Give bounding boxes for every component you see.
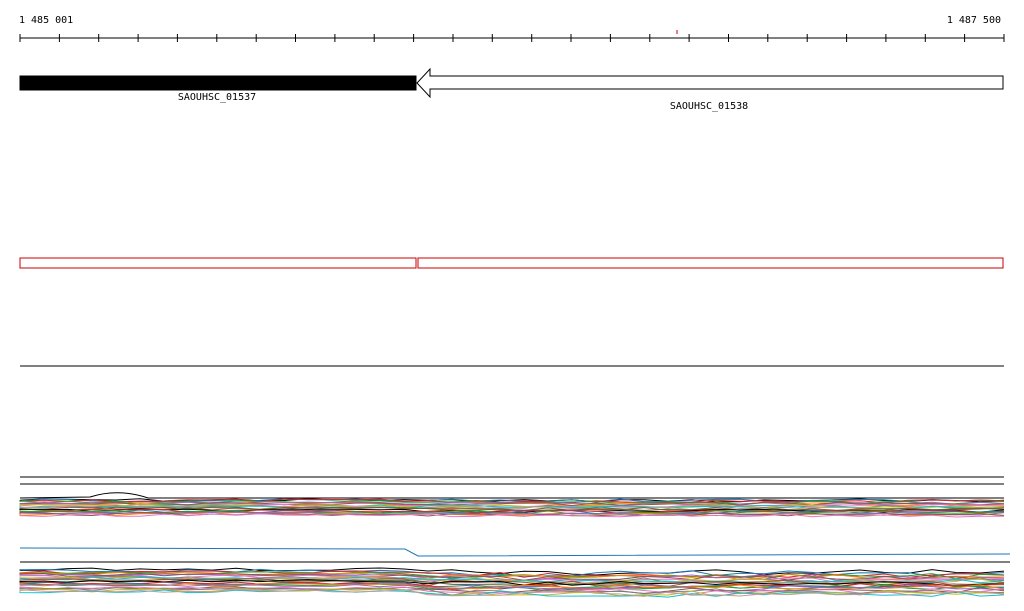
genome-canvas: 1 485 001 1 487 500 SAOUHSC_01537 SAOUHS… — [19, 15, 1011, 598]
position-ruler: 1 485 001 1 487 500 — [19, 15, 1005, 42]
annotation-box-left[interactable] — [19, 257, 417, 269]
genome-browser: 1 485 001 1 487 500 SAOUHSC_01537 SAOUHS… — [0, 0, 1024, 611]
trace-band-upper — [19, 498, 1005, 518]
gene-track: SAOUHSC_01537 SAOUHSC_01538 — [19, 67, 1004, 112]
gene-label-saouhsc-01537: SAOUHSC_01537 — [178, 92, 256, 103]
trace-band-lower — [19, 567, 1005, 598]
annotation-box-right[interactable] — [417, 257, 1004, 269]
ruler-start-label: 1 485 001 — [19, 15, 73, 26]
ruler-end-label: 1 487 500 — [947, 15, 1001, 26]
trace-bump-line — [19, 492, 1004, 499]
trace-blue-line — [19, 547, 1011, 557]
gene-label-saouhsc-01538: SAOUHSC_01538 — [670, 101, 748, 112]
annotation-track — [19, 257, 1004, 269]
coverage-traces — [19, 476, 1011, 598]
gene-feature-saouhsc-01537[interactable] — [19, 75, 417, 91]
gene-feature-saouhsc-01538[interactable] — [416, 67, 1004, 99]
